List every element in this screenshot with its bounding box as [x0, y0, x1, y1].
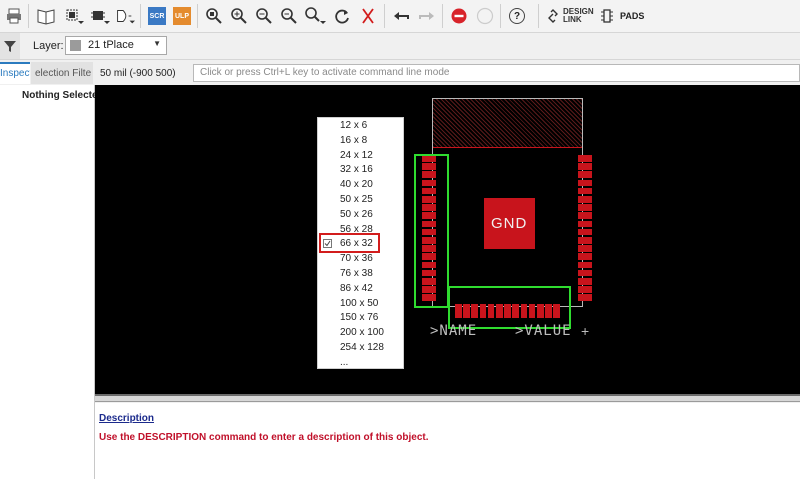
pads-button[interactable]: PADS	[600, 9, 644, 23]
smd-pad	[578, 261, 592, 269]
menu-item[interactable]: 66 x 32	[340, 238, 373, 249]
description-panel: Description Use the DESCRIPTION command …	[95, 403, 800, 479]
menu-item[interactable]: 76 x 38	[340, 268, 373, 279]
go-icon[interactable]	[474, 5, 496, 27]
smd-pad	[578, 155, 592, 162]
help-icon[interactable]: ?	[506, 5, 528, 27]
origin-cross-icon: +	[581, 323, 590, 339]
name-placeholder-text: >NAME	[430, 323, 478, 339]
menu-item[interactable]: 24 x 12	[340, 150, 373, 161]
smd-pad	[578, 269, 592, 277]
smd-pad	[578, 204, 592, 211]
smd-pad	[578, 237, 592, 244]
layout-canvas[interactable]: GND >NAME >VALUE +	[95, 85, 800, 394]
menu-item[interactable]: 150 x 76	[340, 312, 378, 323]
layer-dropdown[interactable]: 21 tPlace ▼	[65, 36, 167, 55]
gnd-label: GND	[491, 215, 528, 232]
print-icon[interactable]	[3, 5, 25, 27]
menu-item[interactable]: 32 x 16	[340, 164, 373, 175]
design-link-button[interactable]: DESIGN LINK	[546, 8, 594, 24]
pads-icon	[601, 9, 613, 23]
menu-item[interactable]: 16 x 8	[340, 135, 367, 146]
tab-inspector[interactable]: Inspecto	[0, 62, 30, 84]
ulp-icon[interactable]: ULP	[171, 5, 193, 27]
gate-icon[interactable]	[113, 5, 135, 27]
description-link[interactable]: Description	[99, 413, 154, 424]
menu-item[interactable]: 12 x 6	[340, 120, 367, 131]
smd-pad	[578, 278, 592, 285]
smd-pad	[578, 171, 592, 178]
ratsnest-icon[interactable]	[357, 5, 379, 27]
right-pad-column	[578, 155, 592, 303]
add-part-icon[interactable]	[62, 5, 84, 27]
script-icon[interactable]: SCR	[146, 5, 168, 27]
pads-label: PADS	[620, 11, 645, 21]
zoom-out-icon[interactable]	[253, 5, 275, 27]
menu-item[interactable]: 70 x 36	[340, 253, 373, 264]
menu-item[interactable]: 50 x 25	[340, 194, 373, 205]
zoom-previous-icon[interactable]	[278, 5, 300, 27]
inspector-panel: Nothing Selecte	[0, 85, 98, 479]
description-text: Use the DESCRIPTION command to enter a d…	[99, 432, 429, 443]
smd-pad	[578, 294, 592, 301]
undo-icon[interactable]	[390, 5, 412, 27]
smd-pad	[578, 196, 592, 203]
smd-pad	[578, 245, 592, 252]
layer-label: Layer:	[33, 40, 64, 52]
menu-item[interactable]: 200 x 100	[340, 327, 384, 338]
redo-icon[interactable]	[416, 5, 438, 27]
zoom-select-icon[interactable]	[304, 5, 326, 27]
menu-item[interactable]: 100 x 50	[340, 298, 378, 309]
main-toolbar: SCR ULP ? DESIGN LINK PADS	[0, 0, 800, 33]
help-label: ?	[509, 8, 525, 24]
tab-selection-filter[interactable]: election Filte	[31, 62, 93, 84]
library-book-icon[interactable]	[35, 5, 57, 27]
smd-pad	[578, 220, 592, 228]
smd-pad	[578, 253, 592, 260]
stop-icon[interactable]	[448, 5, 470, 27]
layer-bar: Layer: 21 tPlace ▼	[0, 33, 800, 60]
menu-item[interactable]: 254 x 128	[340, 342, 384, 353]
checkmark-icon	[323, 239, 332, 248]
chip-icon[interactable]	[88, 5, 110, 27]
layer-dropdown-value: 21 tPlace	[88, 39, 134, 51]
design-link-label: DESIGN LINK	[563, 7, 594, 24]
filter-icon	[4, 41, 16, 52]
menu-item[interactable]: 50 x 26	[340, 209, 373, 220]
smd-pad	[578, 212, 592, 219]
zoom-in-icon[interactable]	[228, 5, 250, 27]
redraw-icon[interactable]	[331, 5, 353, 27]
smd-pad	[578, 187, 592, 195]
design-link-icon	[548, 9, 558, 23]
ulp-label: ULP	[173, 7, 191, 25]
smd-pad	[578, 286, 592, 293]
menu-item[interactable]: 56 x 28	[340, 224, 373, 235]
zoom-fit-icon[interactable]	[203, 5, 225, 27]
pad-size-menu: 12 x 6 16 x 8 24 x 12 32 x 16 40 x 20 50 x 25…	[317, 117, 404, 369]
menu-item[interactable]: 40 x 20	[340, 179, 373, 190]
chevron-down-icon: ▼	[153, 39, 161, 48]
layer-color-swatch	[70, 40, 81, 51]
value-placeholder-text: >VALUE	[515, 323, 572, 339]
smd-pad	[578, 163, 592, 170]
menu-item[interactable]: 86 x 42	[340, 283, 373, 294]
coordinate-readout: 50 mil (-900 500)	[100, 68, 176, 79]
filter-button[interactable]	[0, 33, 20, 59]
menu-item[interactable]: ...	[340, 357, 348, 368]
left-highlight-box	[414, 154, 449, 308]
smd-pad	[578, 179, 592, 187]
command-line-input[interactable]: Click or press Ctrl+L key to activate co…	[193, 64, 800, 82]
scr-label: SCR	[148, 7, 166, 25]
command-row: Inspecto election Filte 50 mil (-900 500…	[0, 60, 800, 84]
smd-pad	[578, 228, 592, 236]
nothing-selected-text: Nothing Selecte	[22, 90, 98, 101]
panel-splitter[interactable]	[95, 394, 800, 402]
